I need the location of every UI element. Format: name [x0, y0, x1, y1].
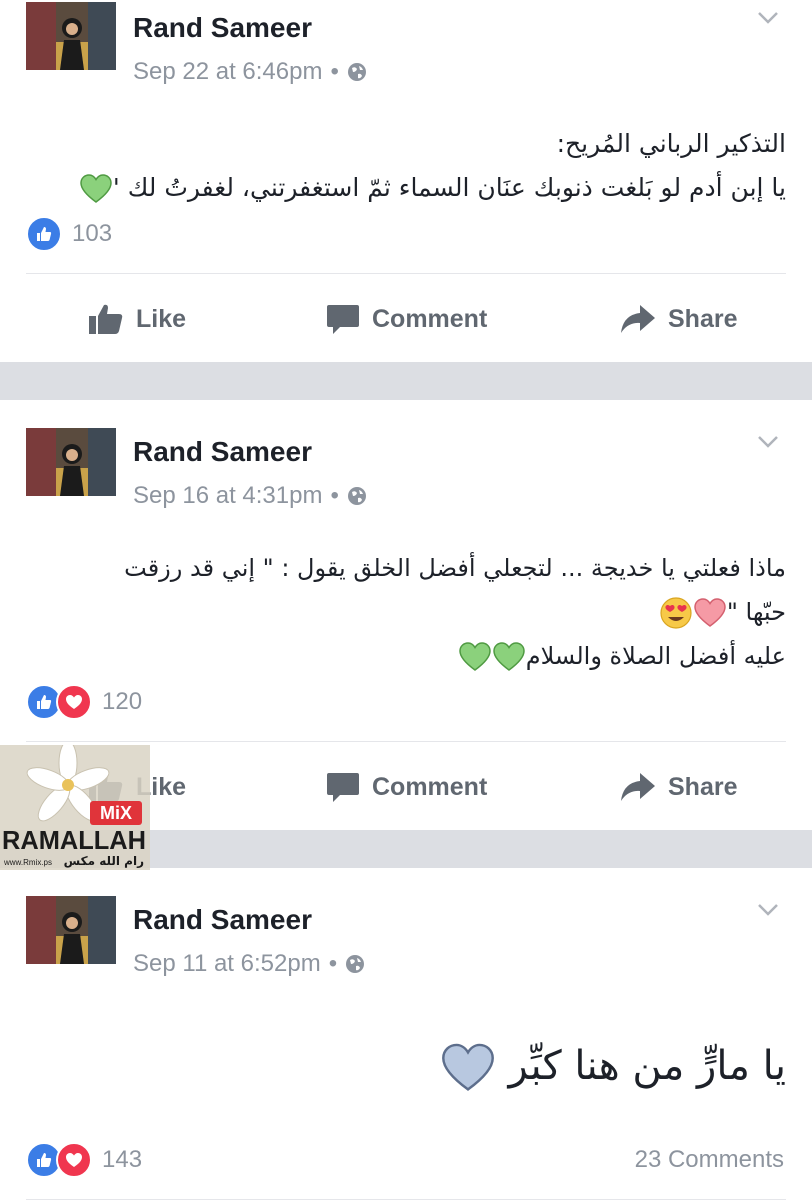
comment-button[interactable]: Comment [326, 742, 487, 832]
reactions-summary[interactable]: 120 [26, 684, 142, 720]
chevron-down-icon[interactable] [756, 434, 780, 450]
comments-count[interactable]: 23 Comments [635, 1146, 784, 1174]
post-text: يا مارٍّ من هنا كبِّر [26, 1036, 786, 1096]
comment-label: Comment [372, 304, 488, 333]
author-avatar[interactable] [26, 428, 116, 496]
meta-separator: • [328, 950, 338, 977]
reaction-count: 143 [102, 1146, 143, 1173]
post-meta: Sep 22 at 6:46pm • [133, 58, 367, 86]
meta-separator: • [330, 482, 339, 509]
like-button[interactable]: Like [88, 274, 186, 364]
pink-heart-icon [694, 598, 726, 627]
ramallah-mix-watermark: MiX RAMALLAH www.Rmix.ps رام الله مكس [0, 740, 150, 870]
heart-eyes-emoji-icon [660, 597, 692, 629]
globe-icon [347, 487, 366, 505]
post-meta: Sep 16 at 4:31pm • [133, 482, 367, 510]
post-text-line: عليه أفضل الصلاة والسلام [26, 634, 786, 678]
post-text-line-content: يا مارٍّ من هنا كبِّر [508, 1043, 786, 1089]
watermark-arabic-text: رام الله مكس [64, 854, 144, 869]
post-text-line: التذكير الرباني المُريح: [556, 129, 786, 158]
post-text-line: يا مارٍّ من هنا كبِّر [26, 1036, 786, 1096]
post-text-line-content: عليه أفضل الصلاة والسلام [525, 642, 786, 670]
post-3: Rand Sameer Sep 11 at 6:52pm • يا مارٍّ … [0, 868, 812, 1203]
watermark-brand-text: RAMALLAH [2, 825, 146, 855]
watermark-mix-text: MiX [100, 803, 132, 823]
reactions-summary[interactable]: 103 [26, 216, 112, 252]
like-reaction-icon [26, 216, 62, 252]
post-actions: Like Comment Share [0, 274, 812, 364]
comment-icon [327, 773, 359, 802]
author-avatar[interactable] [26, 896, 116, 964]
post-text: التذكير الرباني المُريح: يا إبن أدم لو ب… [26, 122, 786, 210]
comment-button[interactable]: Comment [326, 274, 487, 364]
post-timestamp[interactable]: Sep 11 at 6:52pm [133, 950, 321, 978]
author-name[interactable]: Rand Sameer [133, 904, 312, 936]
post-text-line: حبّها " [26, 590, 786, 634]
share-icon [621, 773, 655, 801]
author-name[interactable]: Rand Sameer [133, 12, 312, 44]
divider [26, 1199, 786, 1200]
green-heart-icon [80, 174, 112, 203]
globe-icon [347, 63, 366, 81]
share-label: Share [668, 304, 738, 333]
thumbs-up-icon [89, 304, 123, 334]
reaction-count: 103 [72, 220, 113, 247]
post-text-line-content: حبّها " [726, 598, 786, 626]
blue-heart-icon [441, 1043, 494, 1091]
like-label: Like [136, 304, 187, 333]
share-button[interactable]: Share [620, 742, 737, 832]
post-text: ماذا فعلتي يا خديجة ... لتجعلي أفضل الخل… [26, 546, 786, 678]
post-timestamp[interactable]: Sep 16 at 4:31pm [133, 482, 322, 510]
watermark-url-text: www.Rmix.ps [3, 858, 52, 867]
green-heart-icon [492, 642, 525, 671]
share-button[interactable]: Share [620, 274, 737, 364]
author-avatar[interactable] [26, 2, 116, 70]
comment-icon [327, 305, 359, 334]
love-reaction-icon [56, 1142, 92, 1178]
meta-separator: • [330, 58, 339, 85]
love-reaction-icon [56, 684, 92, 720]
chevron-down-icon[interactable] [756, 902, 780, 918]
green-heart-icon [458, 642, 491, 671]
reactions-summary[interactable]: 143 [26, 1142, 142, 1178]
chevron-down-icon[interactable] [756, 10, 780, 26]
globe-icon [346, 955, 365, 973]
author-name[interactable]: Rand Sameer [133, 436, 312, 468]
share-label: Share [668, 772, 738, 801]
share-icon [621, 305, 655, 333]
post-text-line: يا إبن أدم لو بَلغت ذنوبك عنَان السماء ث… [26, 166, 786, 210]
post-text-line: ماذا فعلتي يا خديجة ... لتجعلي أفضل الخل… [124, 554, 786, 582]
reaction-count: 120 [102, 688, 143, 715]
post-meta: Sep 11 at 6:52pm • [133, 950, 365, 978]
post-timestamp[interactable]: Sep 22 at 6:46pm [133, 58, 322, 86]
post-text-line-content: يا إبن أدم لو بَلغت ذنوبك عنَان السماء ث… [112, 173, 786, 202]
post-1: Rand Sameer Sep 22 at 6:46pm • التذكير ا… [0, 0, 812, 362]
comment-label: Comment [372, 772, 488, 801]
